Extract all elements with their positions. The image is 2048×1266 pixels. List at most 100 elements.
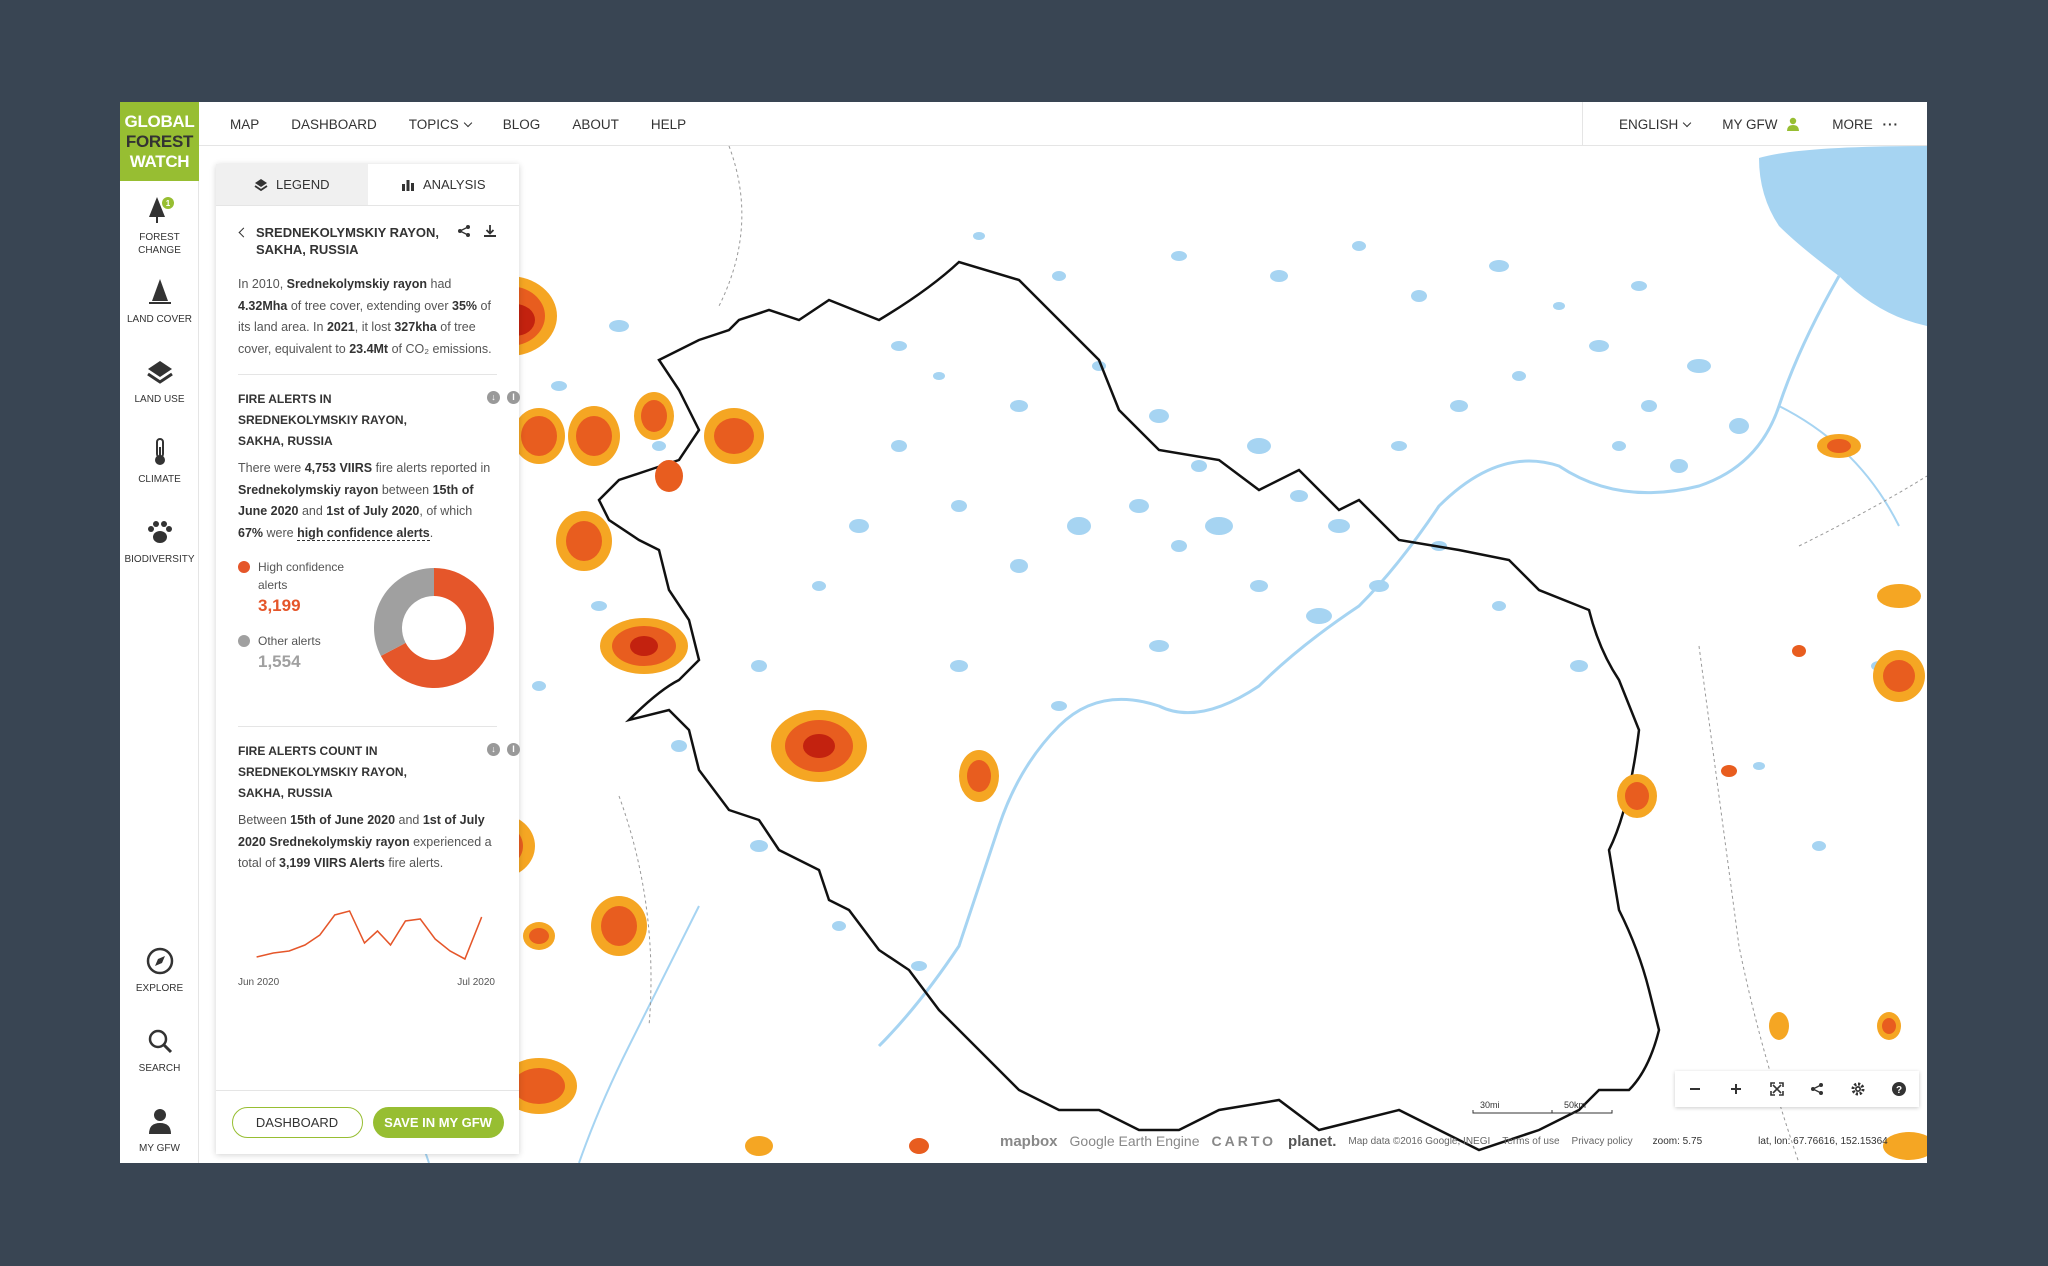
high-confidence-link[interactable]: high confidence alerts (297, 525, 430, 541)
layers-icon (146, 361, 173, 384)
info-icon[interactable]: i (507, 743, 520, 756)
back-chevron-icon[interactable] (238, 227, 249, 238)
more-menu[interactable]: MORE ··· (1832, 117, 1899, 132)
share-icon[interactable] (457, 224, 471, 238)
plus-icon (1730, 1084, 1741, 1094)
emissions-value: 23.4Mt (349, 341, 389, 356)
map-data-credit: Map data ©2016 Google, INEGI (1348, 1135, 1491, 1147)
info-icon[interactable]: i (507, 391, 520, 404)
privacy-link[interactable]: Privacy policy (1572, 1136, 1633, 1147)
download-icon[interactable]: ↓ (487, 391, 500, 404)
sidebar-label: LAND COVER (126, 314, 192, 325)
sidebar-item-search[interactable]: SEARCH (120, 1026, 199, 1075)
tree-icon: 1 (148, 197, 174, 223)
text: Between (238, 813, 291, 827)
expand-icon (1769, 1082, 1784, 1096)
gfw-logo[interactable]: GLOBAL FOREST WATCH (120, 102, 199, 181)
download-icon[interactable]: ↓ (487, 743, 500, 756)
sidebar-label: MY GFW (139, 1143, 180, 1154)
panel-body: SREDNEKOLYMSKIY RAYON, SAKHA, RUSSIA In … (216, 224, 520, 1003)
menu-sidebar: 1 FOREST CHANGE LAND COVER LAND USE CLIM… (120, 181, 199, 1163)
legend-value: 1,554 (258, 652, 301, 671)
tab-label: LEGEND (276, 177, 330, 192)
language-selector[interactable]: ENGLISH (1619, 117, 1692, 132)
sidebar-item-climate[interactable]: CLIMATE (120, 437, 199, 486)
nav-help[interactable]: HELP (651, 117, 686, 132)
download-icon[interactable] (483, 224, 497, 238)
logo-line-1: GLOBAL (124, 112, 195, 131)
legend-item: High confidence alerts 3,199 (238, 558, 344, 615)
compass-icon (146, 947, 173, 975)
zoom-in-button[interactable] (1724, 1077, 1748, 1101)
user-icon (1787, 117, 1800, 131)
tab-legend[interactable]: LEGEND (216, 164, 368, 205)
location-title: SREDNEKOLYMSKIY RAYON, SAKHA, RUSSIA (238, 224, 497, 258)
dashboard-button[interactable]: DASHBOARD (231, 1107, 363, 1138)
fullscreen-button[interactable] (1765, 1077, 1789, 1101)
coordinates-readout: lat, lon: 67.76616, 152.15364 (1758, 1135, 1888, 1147)
nav-about[interactable]: ABOUT (572, 117, 619, 132)
fire-count-summary: Between 15th of June 2020 and 1st of Jul… (238, 810, 497, 875)
sidebar-item-land-cover[interactable]: LAND COVER (120, 277, 199, 326)
text: . (429, 525, 434, 540)
region-name: Srednekolymskiy rayon (238, 482, 379, 497)
map-attribution: mapbox Google Earth Engine CARTO planet.… (1000, 1126, 1888, 1156)
help-button[interactable]: ? (1887, 1077, 1911, 1101)
my-gfw-link[interactable]: MY GFW (1722, 117, 1800, 132)
sidebar-label: CHANGE (138, 245, 181, 256)
zoom-out-button[interactable] (1683, 1077, 1707, 1101)
share-map-button[interactable] (1805, 1077, 1829, 1101)
sidebar-label: LAND USE (134, 394, 185, 405)
google-earth-engine-logo[interactable]: Google Earth Engine (1070, 1133, 1200, 1149)
save-in-my-gfw-button[interactable]: SAVE IN MY GFW (372, 1107, 504, 1138)
tab-analysis[interactable]: ANALYSIS (368, 164, 520, 205)
sidebar-item-forest-change[interactable]: 1 FOREST CHANGE (120, 195, 199, 257)
chart-line (256, 909, 483, 960)
legend-item: Other alerts 1,554 (238, 632, 321, 671)
sidebar-item-my-gfw[interactable]: MY GFW (120, 1106, 199, 1155)
widget-title-text: FIRE ALERTS IN SREDNEKOLYMSKIY RAYON, SA… (238, 392, 407, 448)
carto-logo[interactable]: CARTO (1212, 1133, 1277, 1149)
text: of CO₂ emissions. (388, 341, 492, 356)
text: between (378, 482, 433, 497)
nav-topics[interactable]: TOPICS (408, 116, 473, 132)
text: , of which (419, 504, 473, 518)
divider (238, 374, 497, 375)
legend-other: Other alerts 1,554 (238, 632, 321, 671)
text: In 2010, (238, 277, 287, 291)
tree-cover-summary: In 2010, Srednekolymskiy rayon had 4.32M… (238, 274, 497, 360)
scale-miles: 30mi (1480, 1100, 1500, 1110)
tree-cover-value: 4.32Mha (238, 298, 288, 313)
region-name: Srednekolymskiy rayon (286, 277, 428, 291)
nav-topics-label: TOPICS (408, 116, 459, 132)
chevron-down-icon (1682, 118, 1692, 127)
percent-value: 67% (238, 525, 264, 540)
location-line-2: SAKHA, RUSSIA (256, 242, 359, 257)
text: and (395, 813, 423, 827)
text: There were (238, 461, 305, 475)
terms-link[interactable]: Terms of use (1502, 1136, 1559, 1147)
mapbox-logo[interactable]: mapbox (1000, 1133, 1058, 1150)
legend-swatch (238, 561, 250, 573)
sidebar-item-biodiversity[interactable]: BIODIVERSITY (120, 517, 199, 566)
layers-icon (254, 178, 268, 191)
alerts-breakdown: High confidence alerts 3,199 Other alert… (238, 558, 497, 698)
nav-map[interactable]: MAP (230, 117, 259, 132)
text: fire alerts reported in (372, 461, 491, 475)
loss-value: 327kha (394, 320, 437, 334)
nav-dashboard[interactable]: DASHBOARD (291, 117, 377, 132)
sidebar-item-explore[interactable]: EXPLORE (120, 946, 199, 995)
sidebar-item-land-use[interactable]: LAND USE (120, 357, 199, 406)
paw-icon (147, 521, 172, 543)
settings-button[interactable] (1846, 1077, 1870, 1101)
planet-logo[interactable]: planet. (1288, 1133, 1336, 1150)
nav-blog[interactable]: BLOG (503, 117, 541, 132)
app-window: MAP DASHBOARD TOPICS BLOG ABOUT HELP ENG… (120, 102, 1927, 1163)
analysis-panel: LEGEND ANALYSIS SREDNEKOLYMSKIY RAYON, S… (216, 164, 520, 1154)
alert-count: 4,753 VIIRS (304, 461, 373, 475)
sidebar-label: CLIMATE (138, 474, 181, 485)
alert-total: 3,199 (279, 856, 311, 870)
minus-icon (1690, 1088, 1701, 1090)
text: fire alerts. (384, 856, 444, 870)
logo-line-2: FOREST (125, 132, 194, 151)
